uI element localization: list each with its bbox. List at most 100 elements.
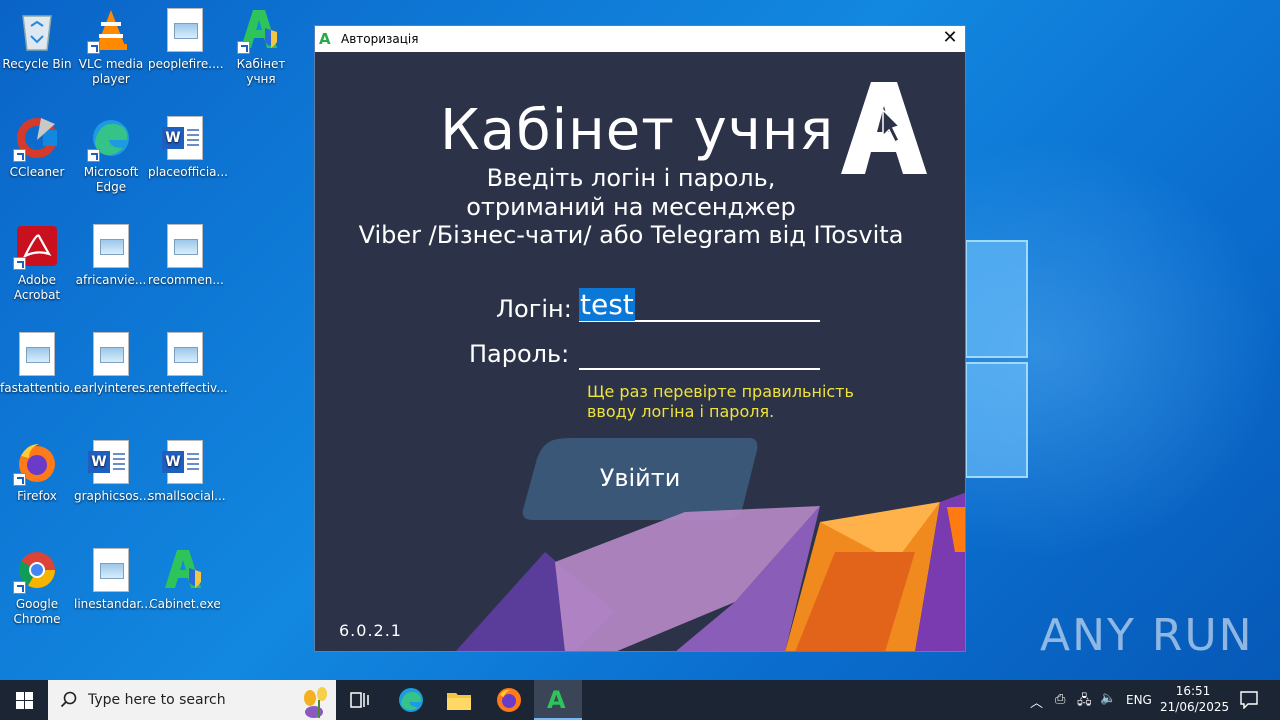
desktop-icon-label: linestandar... [74,597,152,611]
shortcut-arrow-icon [13,473,26,486]
cabinet-icon [237,6,285,54]
word-file-icon: W [87,438,135,486]
notification-center-button[interactable] [1232,680,1266,720]
desktop-icon-label: VLC media player [78,57,144,86]
desktop-icon-africanvie[interactable]: africanvie... [74,222,148,288]
desktop-icon-label: smallsocial... [148,489,226,503]
tray-volume[interactable]: 🔈 [1098,680,1120,720]
desktop-icon-label: renteffectiv... [148,381,228,395]
desktop-icon-label: Google Chrome [13,597,61,626]
tray-language[interactable]: ENG [1124,680,1156,720]
desktop-icon-placeofficia[interactable]: Wplaceofficia... [148,114,228,180]
desktop-icon-linestandar[interactable]: linestandar... [74,546,152,612]
login-button-label[interactable]: Увійти [521,464,759,492]
page-title: Кабінет учня [440,98,835,163]
desktop-icon-label: Adobe Acrobat [13,273,61,302]
tray-clock[interactable]: 16:51 21/06/2025 [1160,680,1229,720]
desktop-icon-earlyinteres[interactable]: earlyinteres... [74,330,157,396]
shortcut-arrow-icon [13,581,26,594]
desktop-icon-vlc-media-player[interactable]: VLC media player [74,6,148,87]
taskbar-search-box[interactable]: Type here to search [48,680,336,720]
windows-logo-wallpaper [965,240,1035,480]
desktop-icon-label: CCleaner [9,165,65,179]
cabinet-icon: A [547,686,566,714]
image-file-icon [87,222,135,270]
authorization-window: A Авторизація ✕ Кабінет учня Введіть лог… [314,25,966,652]
language-indicator: ENG [1126,693,1152,707]
desktop-icon-label: placeofficia... [148,165,228,179]
tray-meet-now[interactable]: ⎙ [1052,680,1072,720]
desktop-icon-recommen[interactable]: recommen... [148,222,224,288]
desktop-icon-label: Firefox [17,489,57,503]
desktop-icon-google-chrome[interactable]: Google Chrome [0,546,74,627]
shortcut-arrow-icon [87,149,100,162]
validation-warning: Ще раз перевірте правильність вводу логі… [587,382,854,422]
desktop-icon-кабінет-учня[interactable]: Кабінет учня [224,6,298,87]
acrobat-icon [13,222,61,270]
clock-time: 16:51 [1175,684,1211,698]
shortcut-arrow-icon [87,41,100,54]
task-view-button[interactable] [336,680,384,720]
desktop-icon-label: Кабінет учня [236,57,286,86]
desktop-icon-fastattentio[interactable]: fastattentio... [0,330,81,396]
desktop-icon-label: recommen... [148,273,224,287]
image-file-icon [87,330,135,378]
taskbar-firefox-button[interactable] [485,680,533,720]
password-label: Пароль: [469,340,570,368]
desktop-icon-ccleaner[interactable]: CCleaner [0,114,74,180]
desktop-icon-label: earlyinteres... [74,381,157,395]
desktop-icon-peoplefire[interactable]: peoplefire.... [148,6,224,72]
desktop-icon-firefox[interactable]: Firefox [0,438,74,504]
desktop-icon-graphicsos[interactable]: Wgraphicsos... [74,438,151,504]
image-file-icon [161,222,209,270]
desktop-icon-recycle-bin[interactable]: Recycle Bin [0,6,74,72]
search-icon [60,691,77,708]
start-button[interactable] [0,680,48,720]
dialog-content: Кабінет учня Введіть логін і пароль, отр… [315,52,965,651]
subtitle-line-3: Viber /Бізнес-чати/ або Telegram від ITo… [358,221,904,249]
tray-network[interactable]: 🖧 [1074,680,1096,720]
shortcut-arrow-icon [237,41,250,54]
brand-a-logo-icon [841,82,927,174]
anyrun-watermark: ANY RUN [1040,610,1254,661]
login-label: Логін: [496,295,572,323]
taskbar-edge-button[interactable] [387,680,435,720]
firefox-icon [497,688,521,712]
login-input[interactable]: test [579,288,820,322]
desktop-icon-label: graphicsos... [74,489,151,503]
desktop-icon-renteffectiv[interactable]: renteffectiv... [148,330,228,396]
shortcut-arrow-icon [13,257,26,270]
word-file-icon: W [161,114,209,162]
folder-icon [447,693,471,710]
word-file-icon: W [161,438,209,486]
chrome-icon [13,546,61,594]
edge-icon [399,688,423,712]
taskbar-file-explorer-button[interactable] [435,680,483,720]
search-placeholder: Type here to search [88,692,226,708]
version-label: 6.0.2.1 [339,621,402,640]
desktop-icon-label: fastattentio... [0,381,81,395]
tray-overflow-button[interactable]: ︿ [1028,680,1048,720]
password-input[interactable] [579,336,820,370]
taskbar-cabinet-button[interactable]: A [534,680,582,720]
window-titlebar[interactable]: A Авторизація ✕ [315,26,965,52]
task-view-icon [350,692,369,708]
taskbar: Type here to search A ︿ ⎙ 🖧 🔈 ENG 16:51 … [0,680,1280,720]
image-file-icon [161,330,209,378]
warning-line-2: вводу логіна і пароля. [587,402,775,421]
desktop-icon-smallsocial[interactable]: Wsmallsocial... [148,438,226,504]
camera-icon: ⎙ [1055,692,1066,707]
desktop-icon-label: peoplefire.... [148,57,224,71]
cabinet-icon [161,546,209,594]
shortcut-arrow-icon [13,149,26,162]
desktop-icon-cabinet-exe[interactable]: Cabinet.exe [148,546,222,612]
desktop-icon-microsoft-edge[interactable]: Microsoft Edge [74,114,148,195]
vlc-icon [87,6,135,54]
image-file-icon [161,6,209,54]
desktop-icon-adobe-acrobat[interactable]: Adobe Acrobat [0,222,74,303]
cabinet-app-icon: A [319,30,331,48]
close-button[interactable]: ✕ [935,26,965,52]
window-title: Авторизація [341,32,419,46]
login-input-value: test [579,288,635,321]
desktop-icon-label: Recycle Bin [2,57,72,71]
